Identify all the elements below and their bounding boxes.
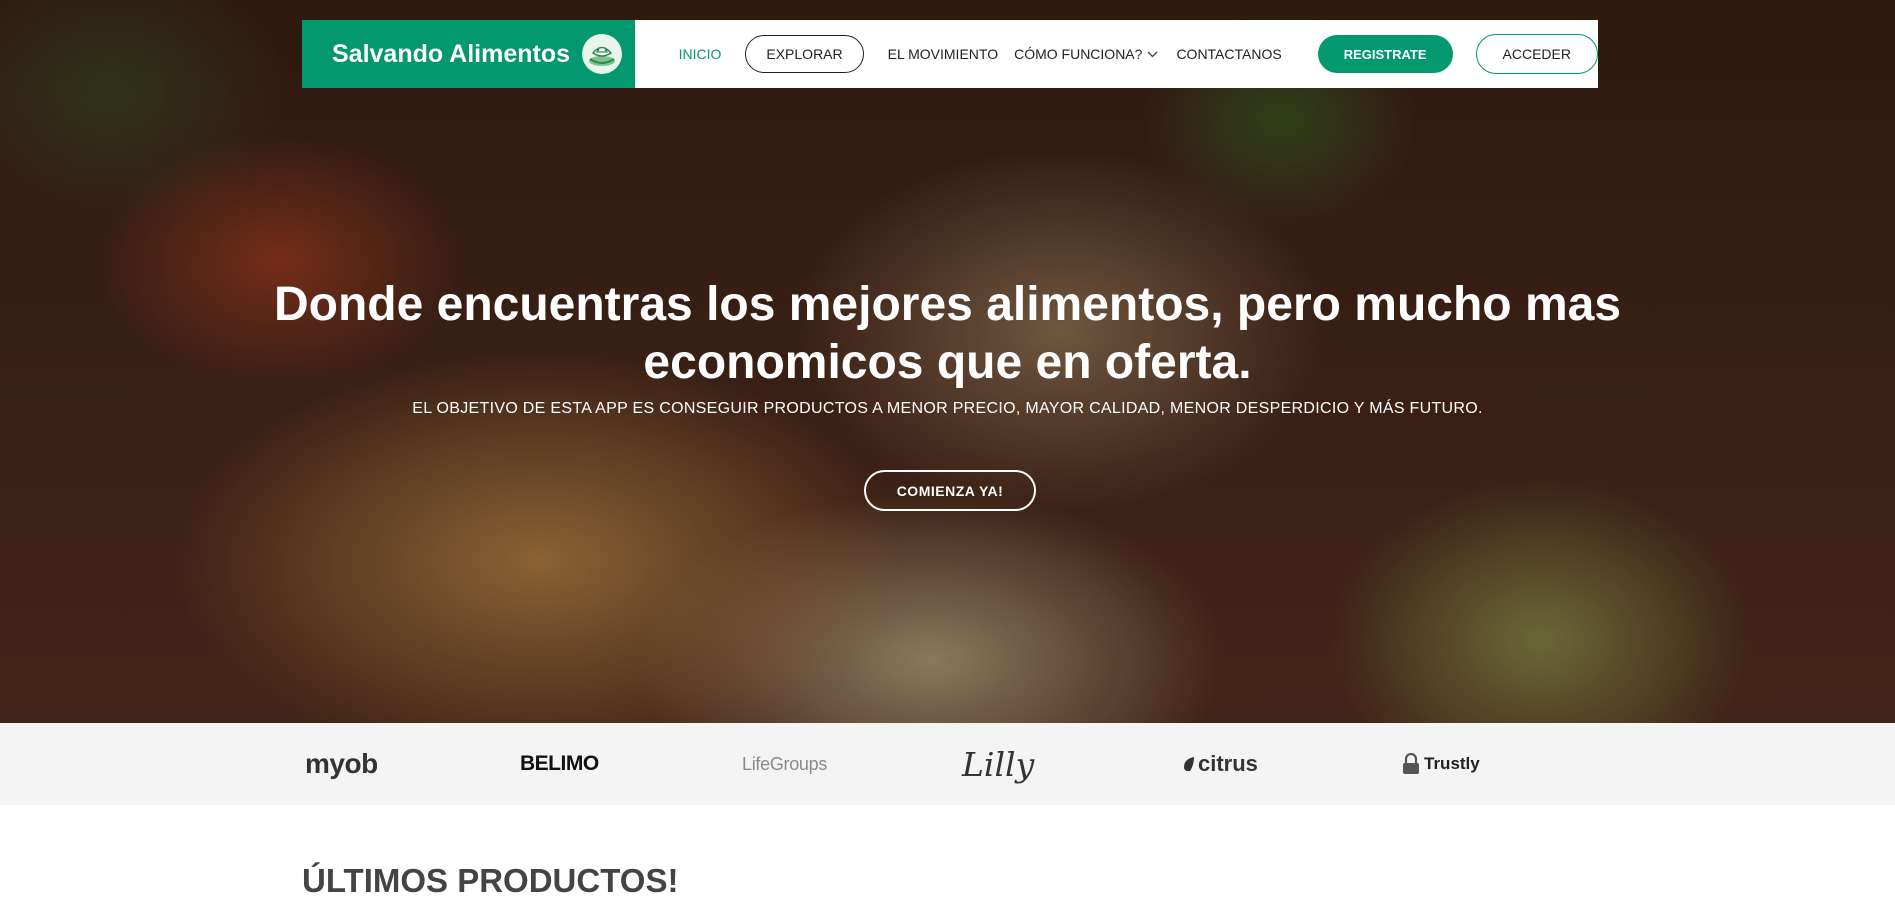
- citrus-leaf-icon: [1182, 755, 1196, 773]
- login-button[interactable]: ACCEDER: [1475, 34, 1598, 74]
- main-navbar: Salvando Alimentos INICIO EXPLORAR EL MO…: [302, 20, 1598, 88]
- lock-icon: [1402, 753, 1420, 775]
- nav-link-inicio[interactable]: INICIO: [679, 46, 722, 62]
- client-logo-citrus: citrus: [1182, 723, 1258, 805]
- chevron-down-icon: [1147, 51, 1158, 58]
- client-logo-belimo: BELIMO: [520, 723, 599, 805]
- latest-products-title: ÚLTIMOS PRODUCTOS!: [302, 862, 679, 899]
- client-logo-lilly: Lilly: [962, 723, 1034, 805]
- brand-block[interactable]: Salvando Alimentos: [302, 20, 635, 88]
- client-name: citrus: [1198, 751, 1258, 776]
- client-logo-trustly: Trustly: [1402, 723, 1480, 805]
- nav-links: INICIO EXPLORAR EL MOVIMIENTO CÓMO FUNCI…: [679, 34, 1598, 74]
- client-name: BELIMO: [520, 752, 599, 775]
- nav-link-como-funciona: CÓMO FUNCIONA?: [1014, 46, 1143, 62]
- nav-link-contactanos[interactable]: CONTACTANOS: [1176, 46, 1281, 62]
- client-name: Lilly: [962, 744, 1035, 784]
- client-name: Trustly: [1424, 754, 1480, 773]
- hands-leaf-icon: [582, 34, 623, 74]
- client-logo-myob: myob: [305, 723, 378, 805]
- cta-button[interactable]: COMIENZA YA!: [864, 470, 1036, 511]
- client-name: myob: [305, 748, 378, 779]
- brand-name: Salvando Alimentos: [332, 39, 571, 68]
- register-button[interactable]: REGISTRATE: [1317, 35, 1453, 73]
- client-name: LifeGroups: [742, 753, 828, 774]
- nav-link-explorar[interactable]: EXPLORAR: [745, 35, 864, 73]
- hero-title: Donde encuentras los mejores alimentos, …: [273, 278, 1622, 389]
- nav-link-el-movimiento[interactable]: EL MOVIMIENTO: [888, 46, 998, 62]
- client-logo-lifegroups: LifeGroups: [742, 723, 827, 805]
- hero-subtitle: EL OBJETIVO DE ESTA APP ES CONSEGUIR PRO…: [412, 400, 1483, 417]
- nav-dropdown-como-funciona[interactable]: CÓMO FUNCIONA?: [1014, 46, 1158, 62]
- clients-bar: myob BELIMO LifeGroups Lilly citrus Trus…: [0, 723, 1895, 805]
